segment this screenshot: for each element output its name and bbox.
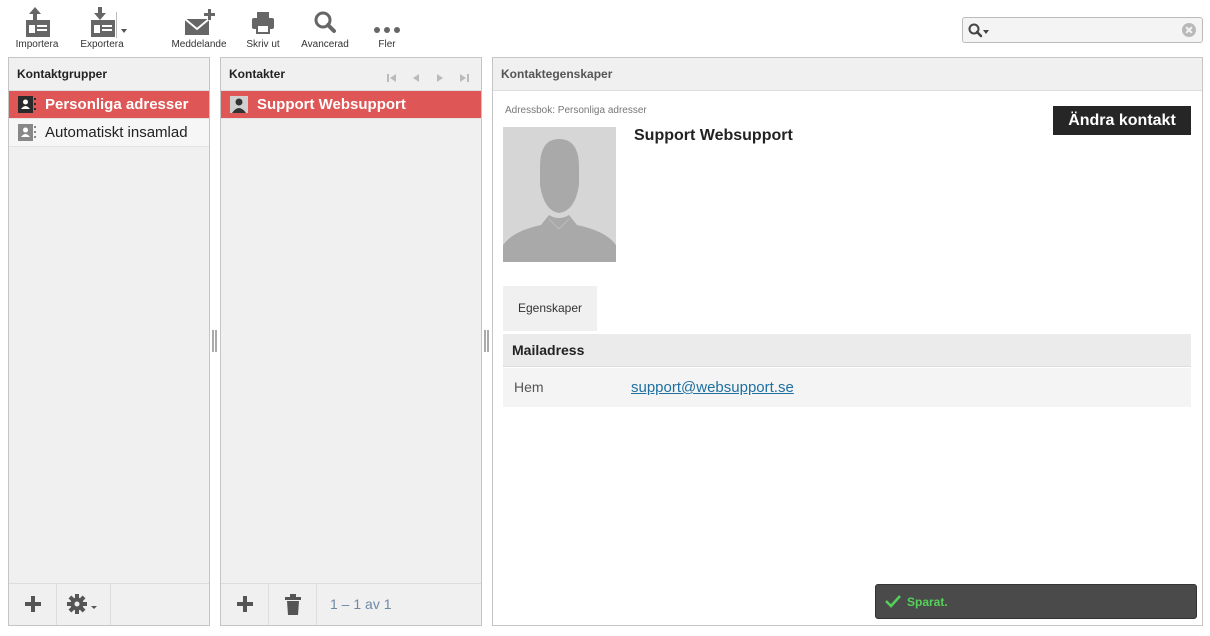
pager-count: 1 – 1 av 1 — [330, 596, 392, 612]
email-row: Hem support@websupport.se — [503, 368, 1191, 407]
group-item-personal[interactable]: Personliga adresser — [9, 91, 209, 119]
clear-search-icon[interactable] — [1182, 23, 1196, 37]
import-label: Importera — [15, 39, 59, 50]
last-page-icon[interactable] — [459, 70, 469, 88]
more-button[interactable]: Fler — [369, 6, 405, 54]
contacts-footer: 1 – 1 av 1 — [221, 583, 481, 625]
address-book-label: Adressbok: Personliga adresser — [505, 105, 647, 116]
email-type-label: Hem — [514, 379, 544, 395]
contact-groups-panel: Kontaktgrupper Personliga adresser Autom… — [8, 57, 210, 626]
group-item-collected[interactable]: Automatiskt insamlad — [9, 119, 209, 147]
list-navigation — [376, 70, 469, 82]
advanced-label: Avancerad — [301, 39, 349, 50]
contacts-splitter[interactable] — [484, 330, 490, 352]
status-toast[interactable]: Sparat. — [875, 584, 1197, 619]
search-input[interactable] — [993, 21, 1173, 39]
add-contact-button[interactable] — [221, 584, 269, 625]
tab-properties[interactable]: Egenskaper — [503, 286, 597, 331]
add-icon — [237, 596, 253, 612]
addressbook-icon — [18, 96, 36, 113]
search-options-icon[interactable] — [967, 22, 991, 40]
add-group-button[interactable] — [9, 584, 57, 625]
email-link[interactable]: support@websupport.se — [631, 368, 794, 407]
avatar — [503, 127, 616, 262]
export-dropdown[interactable] — [116, 12, 130, 38]
group-label: Personliga adresser — [45, 96, 189, 113]
groups-header: Kontaktgrupper — [9, 58, 209, 91]
print-icon — [252, 12, 274, 34]
next-page-icon[interactable] — [436, 70, 444, 88]
prev-page-icon[interactable] — [412, 70, 420, 88]
group-label: Automatiskt insamlad — [45, 124, 188, 141]
chevron-down-icon — [121, 29, 127, 33]
more-icon — [374, 27, 400, 33]
print-button[interactable]: Skriv ut — [244, 6, 282, 54]
person-icon — [230, 96, 248, 113]
contact-full-name: Support Websupport — [634, 127, 793, 144]
import-button[interactable]: Importera — [14, 6, 60, 54]
first-page-icon[interactable] — [386, 70, 397, 88]
edit-contact-button[interactable]: Ändra kontakt — [1053, 106, 1191, 135]
print-label: Skriv ut — [246, 39, 280, 50]
contact-item[interactable]: Support Websupport — [221, 91, 481, 119]
compose-icon — [184, 9, 215, 35]
delete-contact-button[interactable] — [269, 584, 317, 625]
add-icon — [25, 596, 41, 612]
contact-name-label: Support Websupport — [257, 96, 406, 113]
toast-message: Sparat. — [907, 595, 948, 609]
properties-header: Kontaktegenskaper — [493, 58, 1202, 91]
contacts-title: Kontakter — [229, 67, 286, 81]
advanced-search-button[interactable]: Avancerad — [299, 6, 351, 54]
group-options-button[interactable] — [57, 584, 111, 625]
groups-splitter[interactable] — [212, 330, 218, 352]
toolbar: Importera Exportera Meddelande Skriv ut — [0, 0, 1210, 56]
import-icon — [26, 7, 50, 37]
search-icon — [314, 11, 336, 33]
person-icon — [503, 139, 616, 262]
compose-button[interactable]: Meddelande — [170, 6, 228, 54]
export-label: Exportera — [80, 39, 124, 50]
contacts-panel: Kontakter Support Websupport 1 – 1 av 1 — [220, 57, 482, 626]
compose-label: Meddelande — [171, 39, 227, 50]
contact-properties-panel: Kontaktegenskaper Adressbok: Personliga … — [492, 57, 1203, 626]
more-label: Fler — [378, 39, 396, 50]
check-icon — [885, 595, 901, 608]
groups-footer — [9, 583, 209, 625]
gear-icon — [67, 594, 97, 614]
addressbook-icon — [18, 124, 36, 141]
quick-search — [962, 17, 1203, 43]
email-section-title: Mailadress — [503, 334, 1191, 367]
export-icon — [91, 7, 115, 37]
trash-icon — [285, 594, 301, 615]
